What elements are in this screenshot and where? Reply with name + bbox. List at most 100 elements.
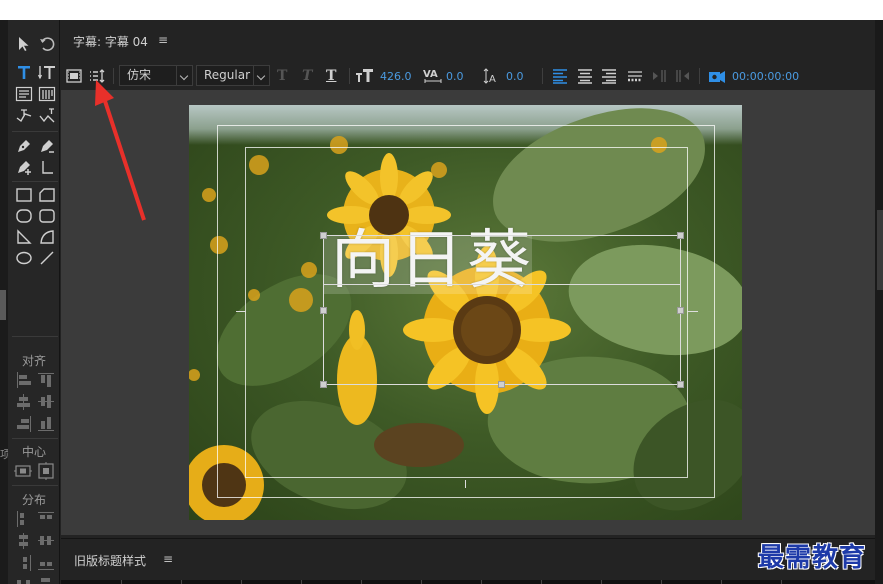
align-top-icon[interactable] [38, 372, 54, 388]
legacy-title-styles-tab[interactable]: 旧版标题样式 [74, 552, 146, 569]
styles-swatch-strip[interactable] [61, 580, 875, 584]
background-video-toggle[interactable] [65, 64, 83, 88]
line-tool[interactable] [36, 248, 58, 268]
arc-tool[interactable] [36, 227, 58, 247]
show-background-video-control[interactable]: 00:00:00:00 [707, 64, 799, 88]
vertical-type-tool[interactable] [36, 62, 58, 82]
resize-handle-top-right[interactable] [677, 232, 684, 239]
rotate-icon [40, 37, 55, 51]
add-anchor-point-tool[interactable] [13, 157, 35, 177]
wedge-tool[interactable] [13, 227, 35, 247]
distribute-right-icon[interactable] [16, 555, 32, 571]
vertical-path-type-tool[interactable] [36, 106, 58, 126]
leading-control[interactable]: A 0.0 [483, 64, 524, 88]
align-right-text-button[interactable] [600, 64, 618, 88]
resize-handle-middle-left[interactable] [320, 307, 327, 314]
tab-stops-button[interactable] [626, 64, 644, 88]
right-edge-scroll-handle[interactable] [877, 210, 883, 290]
left-edge-resize-handle[interactable] [0, 290, 6, 320]
kerning-control[interactable]: VA 0.0 [423, 64, 464, 88]
tab-right-button[interactable] [674, 64, 692, 88]
align-right-icon[interactable] [16, 416, 32, 432]
distribute-horizontal-center-icon[interactable] [16, 533, 32, 549]
align-section-label: 对齐 [21, 354, 46, 368]
red-annotation-arrow [95, 80, 146, 221]
wedge-icon [17, 229, 32, 244]
distribute-left-icon[interactable] [16, 511, 32, 527]
align-center-text-button[interactable] [576, 64, 594, 88]
text-align-center-icon [578, 69, 592, 84]
rectangle-icon [16, 188, 32, 202]
text-baseline [323, 284, 681, 285]
panel-menu-icon[interactable]: ≡ [158, 33, 168, 47]
text-align-right-icon [602, 69, 616, 84]
bottom-center-mark [465, 480, 466, 488]
selection-tool[interactable] [13, 34, 35, 54]
distribute-horizontal-even-icon[interactable] [16, 577, 32, 584]
convert-anchor-icon [42, 161, 53, 174]
area-type-tool[interactable] [13, 84, 35, 104]
align-left-icon[interactable] [16, 372, 32, 388]
title-properties-toolbar: 仿宋 Regular T T T 426.0 VA 0.0 A 0.0 00:0… [61, 62, 875, 90]
font-size-value[interactable]: 426.0 [380, 70, 412, 83]
resize-handle-top-left[interactable] [320, 232, 327, 239]
right-edge-panel [875, 20, 883, 584]
ellipse-icon [16, 251, 32, 265]
text-bounding-box[interactable] [323, 235, 681, 385]
distribute-top-icon[interactable] [38, 511, 54, 527]
convert-anchor-point-tool[interactable] [36, 157, 58, 177]
tools-divider [12, 438, 58, 439]
arrow-pointer-icon [19, 37, 29, 51]
left-edge-panel [0, 20, 8, 584]
ellipse-tool[interactable] [13, 248, 35, 268]
font-style-dropdown[interactable]: Regular [196, 65, 270, 86]
resize-handle-bottom-left[interactable] [320, 381, 327, 388]
pen-tool[interactable] [13, 136, 35, 156]
align-horizontal-center-icon[interactable] [16, 394, 32, 410]
type-t-icon [18, 66, 30, 79]
area-type-icon [15, 86, 33, 102]
panel-title[interactable]: 字幕: 字幕 04 [73, 33, 148, 50]
vertical-area-type-icon [38, 86, 56, 102]
background-video-timecode[interactable]: 00:00:00:00 [732, 70, 799, 83]
vertical-path-type-icon [39, 108, 55, 123]
vertical-area-type-tool[interactable] [36, 84, 58, 104]
align-bottom-icon[interactable] [38, 416, 54, 432]
tab-right-icon [676, 70, 689, 82]
resize-handle-bottom-center[interactable] [498, 381, 505, 388]
kerning-icon: VA [423, 69, 442, 83]
rotation-tool[interactable] [36, 34, 58, 54]
center-horizontal-icon[interactable] [14, 462, 32, 478]
rounded-corner-rectangle-tool[interactable] [36, 185, 58, 205]
pen-icon [18, 140, 30, 152]
resize-handle-middle-right[interactable] [677, 307, 684, 314]
clipped-corner-rectangle-tool[interactable] [13, 206, 35, 226]
rectangle-tool[interactable] [13, 185, 35, 205]
font-size-control[interactable]: 426.0 [355, 64, 412, 88]
pen-plus-icon [18, 161, 31, 175]
resize-handle-bottom-right[interactable] [677, 381, 684, 388]
center-horizontal-glyph-icon [14, 465, 32, 477]
tab-left-button[interactable] [650, 64, 668, 88]
rounded-rectangle-tool[interactable] [36, 206, 58, 226]
rounded-rectangle-icon [39, 209, 55, 223]
bold-icon: T [277, 68, 288, 84]
arc-icon [40, 230, 54, 244]
distribute-vertical-even-icon[interactable] [38, 577, 54, 584]
eye-video-icon [709, 71, 725, 83]
type-tool[interactable] [13, 62, 35, 82]
align-vertical-center-icon[interactable] [38, 394, 54, 410]
italic-button[interactable]: T [302, 64, 312, 88]
kerning-value[interactable]: 0.0 [446, 70, 464, 83]
path-type-tool[interactable] [13, 106, 35, 126]
delete-anchor-point-tool[interactable] [36, 136, 58, 156]
leading-value[interactable]: 0.0 [506, 70, 524, 83]
distribute-vertical-center-icon[interactable] [38, 533, 54, 549]
align-left-text-button[interactable] [551, 64, 569, 88]
legacy-title-styles-menu-icon[interactable]: ≡ [163, 552, 173, 566]
bold-button[interactable]: T [277, 64, 287, 88]
underline-button[interactable]: T [326, 64, 336, 88]
center-vertical-icon[interactable] [37, 462, 54, 480]
distribute-bottom-icon[interactable] [38, 555, 54, 571]
center-vertical-glyph-icon [38, 462, 54, 480]
